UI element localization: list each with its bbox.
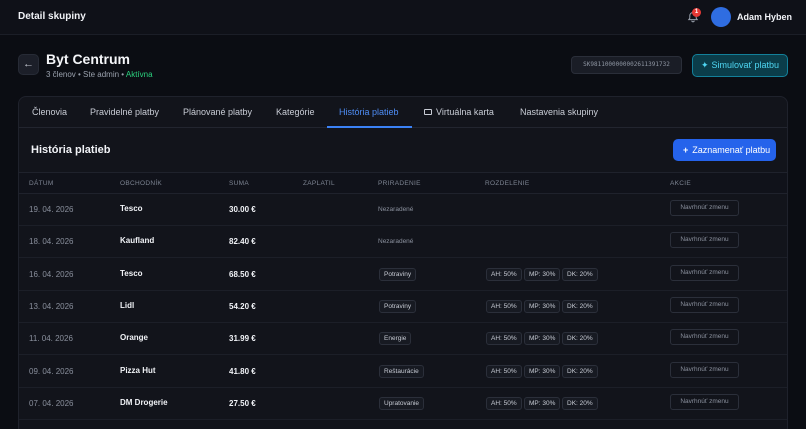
- split-badge: DK: 20%: [562, 364, 598, 378]
- group-status: Aktívna: [125, 70, 153, 79]
- payment-amount: 31.99 €: [229, 334, 256, 344]
- split-badge: AH: 50%: [486, 299, 522, 313]
- category-badge: Upratovanie: [379, 396, 425, 410]
- table-row[interactable]: 09. 04. 2026 Pizza Hut 41.80 € Reštaurácie A…: [19, 356, 787, 388]
- column-header-amount: SUMA: [229, 180, 249, 187]
- section-title: História platieb: [31, 144, 111, 156]
- split-badge: DK: 20%: [562, 396, 598, 410]
- tab-categories[interactable]: Kategórie: [276, 107, 315, 117]
- propose-change-button[interactable]: Navrhnúť zmenu: [670, 296, 739, 313]
- split-badge: MP: 30%: [524, 332, 561, 346]
- payment-amount: 27.50 €: [229, 398, 256, 408]
- group-members-info: 3 členov • Ste admin •: [46, 70, 126, 79]
- merchant-name: Lidl: [120, 300, 135, 310]
- column-header-actions: AKCIE: [670, 180, 692, 187]
- payment-amount: 30.00 €: [229, 205, 256, 214]
- column-header-merchant: OBCHODNÍK: [120, 180, 163, 187]
- split-badge: MP: 30%: [524, 396, 561, 410]
- simulate-payment-label: Simulovať platbu: [711, 60, 779, 70]
- arrow-left-icon: ←: [23, 58, 34, 70]
- iban-field[interactable]: SK9811000000002611391732: [571, 56, 682, 74]
- tab-bar: Členovia Pravidelné platby Plánované pla…: [19, 97, 787, 128]
- payment-date: 19. 04. 2026: [29, 205, 74, 214]
- tab-planned-payments[interactable]: Plánované platby: [183, 107, 252, 117]
- category-badge: Potraviny: [379, 299, 417, 313]
- split-badge: DK: 20%: [562, 267, 598, 281]
- propose-change-button[interactable]: Navrhnúť zmenu: [670, 200, 739, 216]
- category-badge: Potraviny: [379, 267, 417, 281]
- top-app-bar: Detail skupiny 1 Adam Hyben: [0, 0, 806, 35]
- merchant-name: DM Drogerie: [120, 397, 168, 407]
- propose-change-button[interactable]: Navrhnúť zmenu: [670, 232, 739, 249]
- table-row[interactable]: 18. 04. 2026 Kaufland 82.40 € Nezaradené Nav…: [19, 226, 787, 259]
- tab-group-settings[interactable]: Nastavenia skupiny: [520, 107, 598, 117]
- group-meta: 3 členov • Ste admin • Aktívna: [46, 70, 153, 79]
- active-tab-indicator: [327, 126, 412, 128]
- propose-change-button[interactable]: Navrhnúť zmenu: [670, 361, 739, 378]
- merchant-name: Tesco: [120, 268, 143, 278]
- payment-amount: 54.20 €: [229, 301, 256, 311]
- merchant-name: Orange: [120, 333, 149, 343]
- table-row[interactable]: 19. 04. 2026 Tesco 30.00 € Nezaradené Navrhn…: [19, 194, 787, 226]
- payment-date: 07. 04. 2026: [29, 398, 74, 408]
- split-badge: MP: 30%: [524, 299, 561, 313]
- split-badge: AH: 50%: [486, 364, 522, 378]
- tab-recurring-payments[interactable]: Pravidelné platby: [90, 107, 159, 117]
- back-button[interactable]: ←: [18, 54, 39, 75]
- table-row[interactable]: 11. 04. 2026 Orange 31.99 € Energie AH: 50% M…: [19, 323, 787, 356]
- split-badge: MP: 30%: [524, 267, 561, 281]
- payment-date: 16. 04. 2026: [29, 269, 74, 279]
- user-name[interactable]: Adam Hyben: [737, 12, 792, 22]
- record-payment-button[interactable]: + Zaznamenať platbu: [673, 139, 776, 161]
- page-title: Detail skupiny: [18, 11, 86, 22]
- table-row[interactable]: 16. 04. 2026 Tesco 68.50 € Potraviny AH: 50%…: [19, 259, 787, 291]
- group-name: Byt Centrum: [46, 51, 131, 67]
- credit-card-icon: [424, 109, 432, 115]
- payment-amount: 68.50 €: [229, 269, 256, 279]
- record-payment-label: Zaznamenať platbu: [692, 145, 771, 155]
- category-badge: Energie: [379, 332, 412, 346]
- column-header-paid-by: ZAPLATIL: [303, 180, 335, 187]
- column-header-date: DÁTUM: [29, 180, 54, 187]
- category-unassigned: Nezaradené: [378, 206, 414, 213]
- payment-date: 13. 04. 2026: [29, 301, 74, 311]
- plus-icon: +: [683, 145, 689, 155]
- table-header: DÁTUM OBCHODNÍK SUMA ZAPLATIL PRIRADENIE…: [19, 172, 787, 194]
- group-card: Členovia Pravidelné platby Plánované pla…: [18, 96, 788, 429]
- split-badge: DK: 20%: [562, 299, 598, 313]
- column-header-split: ROZDELENIE: [485, 180, 530, 187]
- simulate-payment-button[interactable]: ✦ Simulovať platbu: [692, 54, 788, 77]
- table-row[interactable]: 07. 04. 2026 DM Drogerie 27.50 € Upratovani…: [19, 388, 787, 420]
- category-unassigned: Nezaradené: [378, 238, 414, 246]
- merchant-name: Pizza Hut: [120, 365, 156, 375]
- table-row[interactable]: 13. 04. 2026 Lidl 54.20 € Potraviny AH: 50% M…: [19, 291, 787, 323]
- payment-amount: 41.80 €: [229, 366, 256, 376]
- propose-change-button[interactable]: Navrhnúť zmenu: [670, 264, 739, 281]
- propose-change-button[interactable]: Navrhnúť zmenu: [670, 393, 739, 410]
- sparkle-icon: ✦: [701, 60, 709, 70]
- payment-date: 18. 04. 2026: [29, 237, 74, 247]
- merchant-name: Kaufland: [120, 236, 155, 246]
- propose-change-button[interactable]: Navrhnúť zmenu: [670, 329, 739, 346]
- tab-virtual-card[interactable]: Virtuálna karta: [424, 107, 494, 117]
- tab-virtual-card-label: Virtuálna karta: [436, 107, 494, 117]
- split-badge: AH: 50%: [486, 396, 522, 410]
- split-badge: DK: 20%: [562, 332, 598, 346]
- merchant-name: Tesco: [120, 204, 143, 213]
- avatar[interactable]: [711, 7, 731, 27]
- split-badge: AH: 50%: [486, 267, 522, 281]
- tab-members[interactable]: Členovia: [32, 107, 67, 117]
- column-header-assignment: PRIRADENIE: [378, 180, 421, 187]
- payment-date: 09. 04. 2026: [29, 366, 74, 376]
- category-badge: Reštaurácie: [379, 364, 424, 378]
- payment-date: 11. 04. 2026: [29, 334, 73, 344]
- split-badge: AH: 50%: [486, 332, 522, 346]
- split-badge: MP: 30%: [524, 364, 561, 378]
- tab-payment-history[interactable]: História platieb: [339, 107, 399, 117]
- payment-amount: 82.40 €: [229, 237, 256, 247]
- notification-badge: 1: [692, 8, 701, 17]
